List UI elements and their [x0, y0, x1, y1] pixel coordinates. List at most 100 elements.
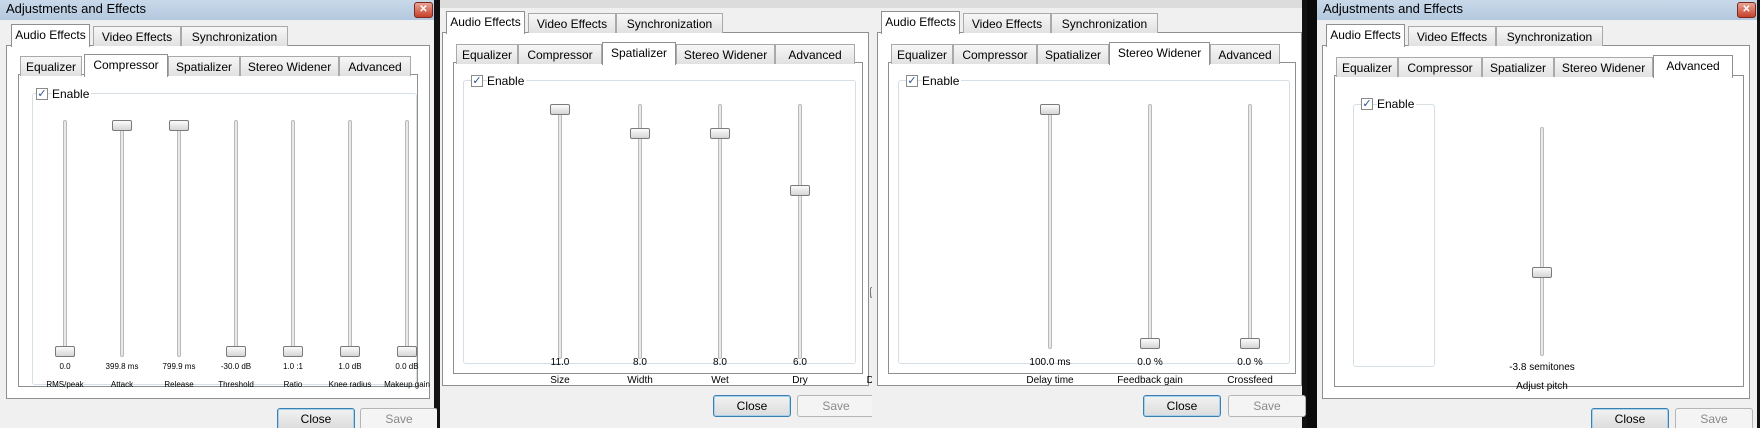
tab-advanced[interactable]: Advanced: [1653, 55, 1733, 78]
tab-synchronization[interactable]: Synchronization: [1496, 26, 1603, 46]
tab-stereo-widener[interactable]: Stereo Widener: [1554, 57, 1653, 77]
slider-label: Width: [627, 375, 653, 386]
slider-value: 1.0 :1: [282, 362, 303, 371]
tab-video-effects[interactable]: Video Effects: [93, 26, 181, 46]
window-close-icon[interactable]: ✕: [414, 2, 433, 18]
window-close-icon[interactable]: ✕: [1737, 2, 1756, 18]
slider-track[interactable]: [348, 120, 352, 357]
slider-handle[interactable]: [340, 346, 360, 357]
advanced-dialog: Adjustments and Effects ✕ Audio Effects …: [1317, 0, 1760, 428]
enable-label: Enable: [487, 74, 527, 88]
tab-stereo-widener[interactable]: Stereo Widener: [1109, 42, 1210, 65]
slider-value: 799.9 ms: [162, 362, 196, 371]
advanced-group: [1353, 104, 1435, 367]
tab-advanced[interactable]: Advanced: [775, 44, 855, 64]
compressor-group: [32, 93, 417, 385]
slider-track[interactable]: [558, 104, 562, 359]
tab-compressor[interactable]: Compressor: [953, 44, 1037, 64]
title-bar: Adjustments and Effects ✕: [0, 0, 437, 20]
slider-track[interactable]: [718, 104, 722, 359]
slider-label: Dry: [792, 375, 808, 386]
enable-label: Enable: [52, 87, 92, 101]
slider-label: Size: [550, 375, 570, 386]
tab-equalizer[interactable]: Equalizer: [456, 44, 518, 64]
slider-handle[interactable]: [1140, 338, 1160, 349]
slider-label: Crossfeed: [1227, 375, 1273, 386]
slider-track[interactable]: [1148, 104, 1152, 349]
tab-synchronization[interactable]: Synchronization: [1051, 13, 1158, 33]
enable-checkbox[interactable]: ✓: [1361, 98, 1373, 110]
slider-handle[interactable]: [550, 104, 570, 115]
close-button[interactable]: Close: [1591, 408, 1669, 428]
tab-advanced[interactable]: Advanced: [1210, 44, 1280, 64]
slider-handle[interactable]: [1040, 104, 1060, 115]
tab-video-effects[interactable]: Video Effects: [1408, 26, 1496, 46]
slider-track[interactable]: [1248, 104, 1252, 349]
enable-checkbox[interactable]: ✓: [36, 88, 48, 100]
tab-spatializer[interactable]: Spatializer: [1482, 57, 1554, 77]
slider-handle[interactable]: [397, 346, 417, 357]
save-button[interactable]: Save: [1675, 408, 1753, 428]
tab-stereo-widener[interactable]: Stereo Widener: [676, 44, 775, 64]
tab-advanced[interactable]: Advanced: [339, 56, 411, 76]
tab-audio-effects[interactable]: Audio Effects: [881, 11, 960, 34]
slider-track[interactable]: [798, 104, 802, 359]
slider-track[interactable]: [63, 120, 67, 357]
slider-track[interactable]: [234, 120, 238, 357]
enable-checkbox[interactable]: ✓: [906, 75, 918, 87]
tab-compressor[interactable]: Compressor: [84, 54, 168, 77]
save-button[interactable]: Save: [360, 408, 437, 428]
slider-value: -3.8 semitones: [1509, 362, 1575, 373]
close-button[interactable]: Close: [277, 408, 355, 428]
slider-value: 6.0: [793, 357, 807, 368]
slider-handle[interactable]: [169, 120, 189, 131]
tab-audio-effects[interactable]: Audio Effects: [446, 11, 525, 34]
tab-synchronization[interactable]: Synchronization: [181, 26, 288, 46]
slider-handle[interactable]: [226, 346, 246, 357]
enable-checkbox[interactable]: ✓: [471, 75, 483, 87]
slider-handle[interactable]: [112, 120, 132, 131]
slider-handle[interactable]: [790, 185, 810, 196]
tab-spatializer[interactable]: Spatializer: [168, 56, 240, 76]
tab-stereo-widener[interactable]: Stereo Widener: [240, 56, 339, 76]
slider-track[interactable]: [1048, 104, 1052, 349]
slider-track[interactable]: [291, 120, 295, 357]
slider-track[interactable]: [177, 120, 181, 357]
tab-video-effects[interactable]: Video Effects: [528, 13, 616, 33]
close-button[interactable]: Close: [1143, 395, 1221, 417]
slider-handle[interactable]: [55, 346, 75, 357]
tab-synchronization[interactable]: Synchronization: [616, 13, 723, 33]
slider-track[interactable]: [1540, 127, 1544, 356]
save-button[interactable]: Save: [1228, 395, 1306, 417]
tab-equalizer[interactable]: Equalizer: [1336, 57, 1398, 77]
close-button[interactable]: Close: [713, 395, 791, 417]
title-bar-edge: [872, 0, 1307, 8]
slider-value: 399.8 ms: [105, 362, 139, 371]
tab-equalizer[interactable]: Equalizer: [20, 56, 82, 76]
slider-label: Threshold: [218, 380, 254, 389]
tab-video-effects[interactable]: Video Effects: [963, 13, 1051, 33]
slider-value: 2.0: [850, 357, 872, 368]
stereo-widener-dialog: Audio Effects Video Effects Synchronizat…: [872, 0, 1307, 428]
slider-handle[interactable]: [283, 346, 303, 357]
slider-handle[interactable]: [630, 128, 650, 139]
enable-label: Enable: [1377, 97, 1417, 111]
slider-track[interactable]: [638, 104, 642, 359]
slider-track[interactable]: [120, 120, 124, 357]
tab-audio-effects[interactable]: Audio Effects: [11, 24, 90, 47]
window-edge-left: [437, 0, 440, 428]
window-edge-right: [1302, 0, 1307, 428]
slider-label: Knee radius: [328, 380, 372, 389]
tab-equalizer[interactable]: Equalizer: [891, 44, 953, 64]
slider-handle[interactable]: [1240, 338, 1260, 349]
slider-handle[interactable]: [1532, 267, 1552, 278]
tab-spatializer[interactable]: Spatializer: [1037, 44, 1109, 64]
window-title: Adjustments and Effects: [1323, 1, 1463, 16]
slider-track[interactable]: [405, 120, 409, 357]
tab-audio-effects[interactable]: Audio Effects: [1326, 24, 1405, 47]
slider-handle[interactable]: [710, 128, 730, 139]
tab-spatializer[interactable]: Spatializer: [602, 42, 676, 65]
save-button[interactable]: Save: [797, 395, 872, 417]
tab-compressor[interactable]: Compressor: [518, 44, 602, 64]
tab-compressor[interactable]: Compressor: [1398, 57, 1482, 77]
